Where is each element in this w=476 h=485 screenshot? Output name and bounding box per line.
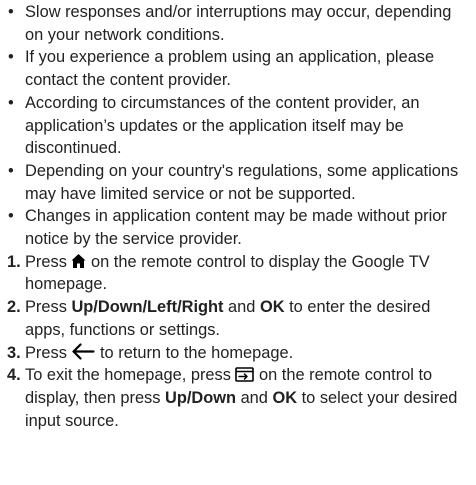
step-text: Press xyxy=(25,343,72,362)
step-text: Press xyxy=(25,252,72,271)
bullet-text: Depending on your country's regulations,… xyxy=(25,161,459,203)
list-item: • Depending on your country's regulations… xyxy=(7,160,470,205)
step-text: on the remote control to display the Goo… xyxy=(25,252,430,294)
key-name: Up/Down/Left/Right xyxy=(71,298,224,317)
home-icon xyxy=(71,253,86,269)
step-number: 4. xyxy=(7,366,21,385)
steps-list: 1. Press on the remote control to display… xyxy=(7,251,470,433)
list-item: • If you experience a problem using an ap… xyxy=(7,46,470,91)
step-item: 3. Press to return to the homepage. xyxy=(7,342,470,365)
bullet-text: If you experience a problem using an app… xyxy=(25,48,435,90)
key-name: OK xyxy=(259,298,285,317)
key-name: Up/Down xyxy=(165,388,237,407)
step-text: and xyxy=(236,388,273,407)
bullet-text: Slow responses and/or interruptions may … xyxy=(25,3,452,44)
step-text: Press xyxy=(25,298,72,317)
input-source-icon xyxy=(235,367,255,383)
notes-list: • Slow responses and/or interruptions may… xyxy=(7,1,470,251)
step-number: 2. xyxy=(7,298,21,317)
back-arrow-icon xyxy=(71,342,96,360)
step-text: and xyxy=(223,298,260,317)
bullet-mark: • xyxy=(8,3,14,21)
bullet-mark: • xyxy=(8,161,14,180)
bullet-mark: • xyxy=(8,207,14,226)
list-item: • According to circumstances of the conte… xyxy=(7,92,470,160)
document-body: • Slow responses and/or interruptions may… xyxy=(0,0,476,432)
key-name: OK xyxy=(272,388,298,407)
step-text: to return to the homepage. xyxy=(95,343,294,362)
bullet-mark: • xyxy=(8,48,14,67)
step-item: 2. Press Up/Down/Left/Right and OK to ent… xyxy=(7,296,470,341)
step-number: 3. xyxy=(7,343,21,362)
step-item: 1. Press on the remote control to display… xyxy=(7,251,470,296)
list-item: • Changes in application content may be m… xyxy=(7,205,470,250)
step-number: 1. xyxy=(7,252,21,271)
bullet-text: According to circumstances of the conten… xyxy=(25,93,420,158)
list-item: • Slow responses and/or interruptions may… xyxy=(7,1,470,46)
step-item: 4. To exit the homepage, press on the rem… xyxy=(7,364,470,432)
step-text: To exit the homepage, press xyxy=(25,366,236,385)
bullet-text: Changes in application content may be ma… xyxy=(25,207,447,249)
bullet-mark: • xyxy=(8,93,14,112)
